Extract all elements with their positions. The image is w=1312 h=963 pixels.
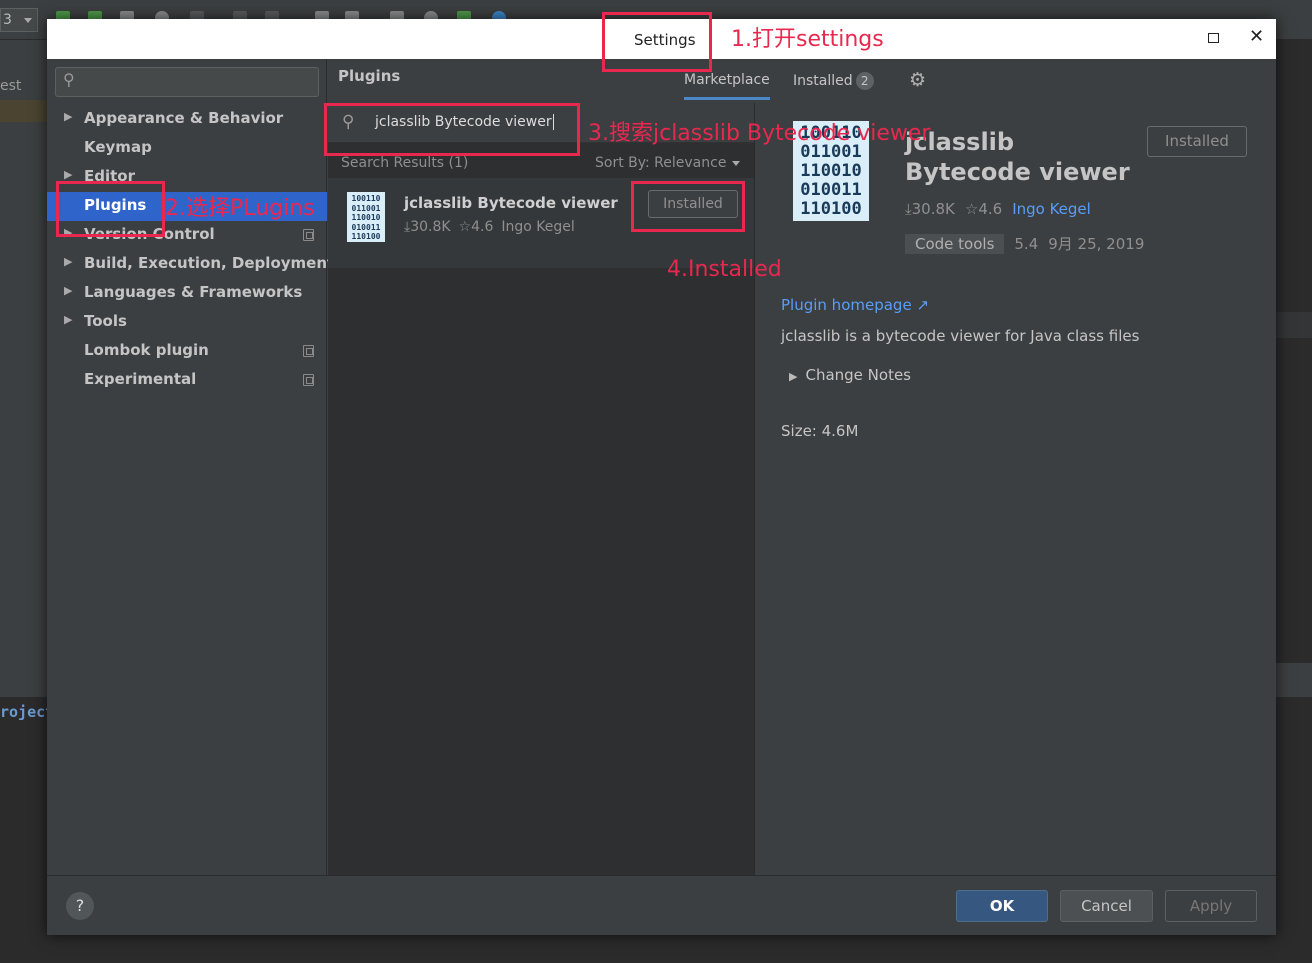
ok-button[interactable]: OK — [956, 890, 1048, 922]
plugin-name: jclasslib Bytecode viewer — [404, 194, 618, 212]
ide-right-gutter — [1276, 40, 1312, 663]
search-icon: ⚲ — [63, 70, 75, 89]
tab-installed[interactable]: Installed 2 — [793, 72, 874, 90]
sidebar-item-label: Appearance & Behavior — [84, 109, 284, 127]
plugin-size: Size: 4.6M — [781, 422, 859, 440]
category-tag[interactable]: Code tools — [905, 234, 1005, 254]
logo-line: 010011 — [351, 222, 381, 232]
annotation-box-installed — [631, 181, 745, 232]
plugin-description: jclasslib is a bytecode viewer for Java … — [781, 327, 1140, 345]
plugin-author: Ingo Kegel — [501, 219, 575, 235]
expand-arrow-icon: ▶ — [64, 110, 73, 123]
ide-right-stripe — [1276, 312, 1312, 338]
expand-arrow-icon: ▶ — [64, 284, 73, 297]
expand-arrow-icon: ▶ — [789, 370, 798, 383]
chevron-down-icon — [732, 160, 741, 166]
tab-installed-label: Installed — [793, 73, 853, 89]
sort-by-dropdown[interactable]: Sort By: Relevance — [595, 155, 741, 171]
close-icon[interactable]: ✕ — [1249, 27, 1264, 47]
logo-line: 110100 — [351, 232, 381, 241]
project-settings-icon — [303, 229, 314, 241]
annotation-box-search — [324, 103, 580, 156]
project-settings-icon — [303, 374, 314, 386]
logo-line: 100110 — [351, 194, 381, 203]
detail-meta: ⤓30.8K ☆4.6 Ingo Kegel — [905, 200, 1101, 218]
tab-marketplace[interactable]: Marketplace — [684, 72, 770, 100]
plugin-logo-icon: 100110 011001 110010 010011 110100 — [347, 192, 385, 242]
chevron-down-icon — [24, 18, 32, 23]
ide-tree-fragment: est — [0, 78, 22, 94]
download-count: ⤓30.8K — [905, 200, 955, 218]
annotation-box-plugins — [56, 181, 165, 237]
change-notes-label: Change Notes — [805, 366, 911, 384]
expand-arrow-icon: ▶ — [64, 313, 73, 326]
annotation-step4: 4.Installed — [667, 257, 782, 282]
sort-by-label: Sort By: Relevance — [595, 155, 727, 171]
apply-button[interactable]: Apply — [1165, 890, 1257, 922]
logo-line: 110100 — [800, 199, 862, 219]
cancel-button[interactable]: Cancel — [1060, 890, 1153, 922]
installed-count-badge: 2 — [855, 72, 874, 90]
sidebar-item-appearance[interactable]: ▶ Appearance & Behavior — [47, 105, 327, 134]
gear-icon[interactable]: ⚙ — [909, 69, 926, 91]
project-settings-icon — [303, 345, 314, 357]
logo-line: 110010 — [800, 161, 862, 181]
detail-plugin-name: jclasslib Bytecode viewer — [905, 128, 1130, 186]
rating: ☆4.6 — [458, 219, 494, 235]
settings-search-input[interactable]: ⚲ — [55, 67, 319, 97]
author-link[interactable]: Ingo Kegel — [1012, 200, 1091, 218]
download-count: ⤓30.8K — [404, 219, 451, 235]
logo-line: 010011 — [800, 180, 862, 200]
results-count: Search Results (1) — [341, 155, 469, 171]
expand-arrow-icon: ▶ — [64, 168, 73, 181]
annotation-step1: 1.打开settings — [731, 27, 884, 52]
plugin-tabs: Marketplace Installed 2 ⚙ — [328, 59, 1276, 103]
maximize-icon[interactable] — [1208, 33, 1219, 43]
dialog-footer: ? OK Cancel Apply — [47, 875, 1276, 935]
settings-dialog: Settings ✕ ⚲ ▶ Appearance & Behavior Key… — [47, 19, 1276, 935]
sidebar-item-lombok[interactable]: Lombok plugin — [47, 337, 327, 366]
results-bar: Search Results (1) Sort By: Relevance — [328, 153, 754, 177]
sidebar-item-build[interactable]: ▶ Build, Execution, Deployment — [47, 250, 334, 279]
ide-project-panel — [0, 40, 47, 663]
plugin-meta: ⤓30.8K ☆4.6 Ingo Kegel — [404, 219, 583, 235]
sidebar-item-label: Experimental — [84, 370, 197, 388]
sidebar-item-label: Keymap — [84, 138, 152, 156]
sidebar-item-label: Lombok plugin — [84, 341, 209, 359]
sidebar-item-experimental[interactable]: Experimental — [47, 366, 327, 395]
annotation-step3: 3.搜索jclasslib Bytecode viewer — [588, 121, 931, 146]
run-config-label: 3 — [3, 12, 12, 28]
run-config-combo[interactable]: 3 — [0, 8, 38, 32]
sidebar-item-label: Build, Execution, Deployment — [84, 254, 335, 272]
release-date: 9月 25, 2019 — [1048, 235, 1145, 253]
annotation-step2: 2.选择PLugins — [165, 196, 315, 221]
sidebar-item-label: Languages & Frameworks — [84, 283, 303, 301]
detail-installed-button[interactable]: Installed — [1147, 126, 1247, 157]
annotation-box-settings — [602, 12, 712, 72]
plugin-detail-panel: 100110 011001 110010 010011 110100 jclas… — [754, 103, 1276, 875]
sidebar-item-languages[interactable]: ▶ Languages & Frameworks — [47, 279, 327, 308]
expand-arrow-icon: ▶ — [64, 255, 73, 268]
plugin-homepage-link[interactable]: Plugin homepage ↗ — [781, 296, 929, 314]
tag-row: Code tools 5.4 9月 25, 2019 — [905, 233, 1144, 254]
sidebar-item-keymap[interactable]: Keymap — [47, 134, 327, 163]
sidebar-item-tools[interactable]: ▶ Tools — [47, 308, 327, 337]
plugin-version: 5.4 — [1014, 235, 1039, 253]
help-button[interactable]: ? — [66, 892, 94, 920]
rating: ☆4.6 — [964, 200, 1003, 218]
sidebar-item-label: Tools — [84, 312, 127, 330]
logo-line: 110010 — [351, 213, 381, 222]
ide-selected-row — [0, 100, 47, 122]
change-notes-toggle[interactable]: ▶ Change Notes — [789, 366, 911, 384]
logo-line: 011001 — [351, 203, 381, 213]
